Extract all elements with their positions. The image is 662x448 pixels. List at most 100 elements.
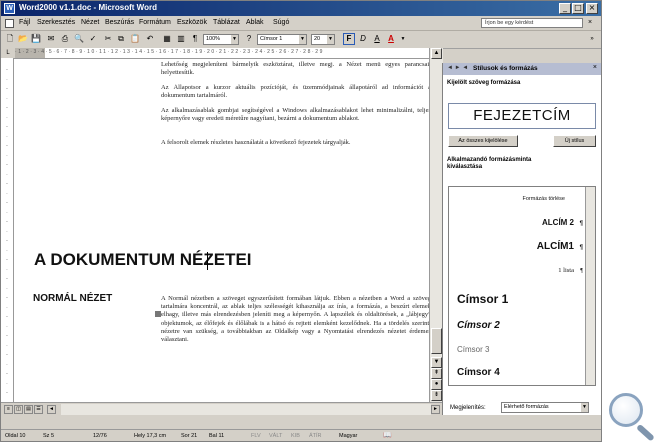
document-page[interactable]: Lehetőség megjeleníteni bármelyik eszköz… [14,59,429,402]
vertical-scrollbar[interactable]: ▲ ▼ ⇞ ● ⇟ [429,48,443,402]
chevron-down-icon[interactable]: ▼ [581,403,588,412]
preview-icon[interactable]: 🔍 [73,33,85,45]
status-ovr[interactable]: ÁTÍR [309,433,322,439]
paste-icon[interactable]: 📋 [129,33,141,45]
underline-icon[interactable]: A [371,33,383,45]
style-item-label: Címsor 2 [457,320,500,331]
show-label: Megjelenítés: [450,405,486,411]
paragraph-3: Az alkalmazásablak gombjai segítségével … [161,107,429,123]
horizontal-scrollbar[interactable] [61,404,431,415]
style-item[interactable]: ALCÍM 2 ¶ [542,218,583,227]
copy-icon[interactable]: ⧉ [115,33,127,45]
normal-view-button[interactable]: ≡ [4,405,13,414]
style-item-label: Formázás törlése [522,196,566,202]
zoom-combo[interactable]: 100% ▼ [203,34,239,45]
style-item[interactable]: Címsor 4¶ [457,367,593,378]
style-combo[interactable]: Címsor 1 ▼ [257,34,307,45]
style-item[interactable]: Címsor 3¶ [457,345,593,354]
permission-icon[interactable]: ✉ [45,33,57,45]
scroll-left-button[interactable]: ◄ [47,405,56,414]
help-question-input[interactable]: Írjon be egy kérdést [481,18,583,28]
document-icon[interactable] [5,19,14,28]
scroll-up-button[interactable]: ▲ [431,48,442,59]
style-item[interactable]: Címsor 2¶ [457,320,593,331]
close-window-button[interactable]: × [586,3,598,14]
outline-view-button[interactable]: ☰ [34,405,43,414]
print-icon[interactable]: ⎙ [59,33,71,45]
font-size-value: 20 [314,36,321,42]
menu-help[interactable]: Súgó [273,19,289,26]
status-ext[interactable]: KIB [291,433,300,439]
style-item[interactable]: 1 lista ¶ [558,267,583,274]
status-trk[interactable]: VÁLT [269,433,282,439]
previous-page-button[interactable]: ⇞ [431,368,442,379]
show-value: Elérhető formázás [504,404,549,410]
chevron-down-icon[interactable]: ▼ [299,35,306,44]
vertical-ruler[interactable]: - · - · - · - · - · - · - · - · - · - · - · - · - · - · - · - · - · - [1,58,14,404]
chevron-down-icon[interactable]: ▼ [231,35,238,44]
zoom-value: 100% [206,36,221,42]
task-pane-nav-icon[interactable]: ◄ ► ◄ [447,65,468,71]
close-document-button[interactable]: × [588,19,592,26]
menu-edit[interactable]: Szerkesztés [37,19,75,26]
task-pane-header: ◄ ► ◄ Stílusok és formázás × [442,63,601,75]
bold-icon[interactable]: F [343,33,355,45]
paragraph-mark-icon: ¶ [580,268,583,274]
web-view-button[interactable]: ◫ [14,405,23,414]
scroll-right-button[interactable]: ► [431,405,440,414]
scroll-thumb[interactable] [431,328,442,354]
save-icon[interactable]: 💾 [30,33,42,45]
next-page-button[interactable]: ⇟ [431,390,442,401]
word-app-icon[interactable]: W [4,3,15,14]
open-icon[interactable]: 📂 [17,33,29,45]
select-all-button[interactable]: Az összes kijelölése [448,135,518,147]
paragraph-icon[interactable]: ¶ [189,33,201,45]
spelling-status-icon[interactable]: 📖 [383,431,392,439]
spelling-icon[interactable]: ✓ [87,33,99,45]
toolbar-options-icon[interactable]: » [586,33,598,45]
undo-icon[interactable]: ↶ [144,33,156,45]
title-bar[interactable]: W Word2000 v1.1.doc - Microsoft Word _ □… [1,1,601,16]
paragraph-1: Lehetőség megjeleníteni bármelyik eszköz… [161,61,429,77]
menu-format[interactable]: Formátum [139,19,171,26]
table-icon[interactable]: ▦ [161,33,173,45]
menu-view[interactable]: Nézet [81,19,99,26]
style-item[interactable]: Címsor 1¶ [457,292,593,306]
menu-tools[interactable]: Eszközök [177,19,207,26]
maximize-button[interactable]: □ [572,3,584,14]
font-size-combo[interactable]: 20 ▼ [311,34,335,45]
window-title: Word2000 v1.1.doc - Microsoft Word [19,3,157,12]
help-icon[interactable]: ? [243,33,255,45]
new-style-button[interactable]: Új stílus [553,135,596,147]
chevron-down-icon[interactable]: ▼ [397,33,409,45]
status-rec[interactable]: FLV [251,433,261,439]
style-list-scrollbar[interactable] [585,187,595,385]
magnifier-icon[interactable] [609,393,643,427]
cut-icon[interactable]: ✂ [102,33,114,45]
columns-icon[interactable]: ▥ [175,33,187,45]
chevron-down-icon[interactable]: ▼ [327,35,334,44]
horizontal-ruler[interactable]: ·1·2·3·4·5·6·7·8·9·10·11·12·13·14·15·16·… [15,48,431,59]
menu-file[interactable]: Fájl [19,19,30,26]
menu-window[interactable]: Ablak [246,19,264,26]
style-item[interactable]: ALCÍM1 ¶ [537,241,583,252]
style-value: Címsor 1 [260,36,283,42]
style-item[interactable]: Formázás törlése [523,196,566,202]
status-bar: Oldal 10 Sz 5 12/76 Hely 17,3 cm Sor 21 … [1,429,601,441]
view-and-hscroll-bar: ≡ ◫ ▤ ☰ ◄ ► [1,402,442,416]
selected-style-box[interactable]: FEJEZETCÍM [448,103,596,129]
minimize-button[interactable]: _ [559,3,571,14]
new-icon[interactable]: 🗋 [4,33,16,45]
menu-table[interactable]: Táblázat [213,19,240,26]
status-page: Oldal 10 [5,433,26,439]
print-layout-button[interactable]: ▤ [24,405,33,414]
close-pane-icon[interactable]: × [593,64,597,71]
menu-insert[interactable]: Beszúrás [105,19,134,26]
browse-object-button[interactable]: ● [431,379,442,390]
italic-icon[interactable]: D [357,33,369,45]
font-color-icon[interactable]: A [385,33,397,45]
scroll-down-button[interactable]: ▼ [431,357,442,368]
show-combo[interactable]: Elérhető formázás ▼ [501,402,589,413]
paragraph-mark-icon: ¶ [579,245,583,251]
apply-format-label: Alkalmazandó formázásminta kiválasztása [447,157,532,170]
